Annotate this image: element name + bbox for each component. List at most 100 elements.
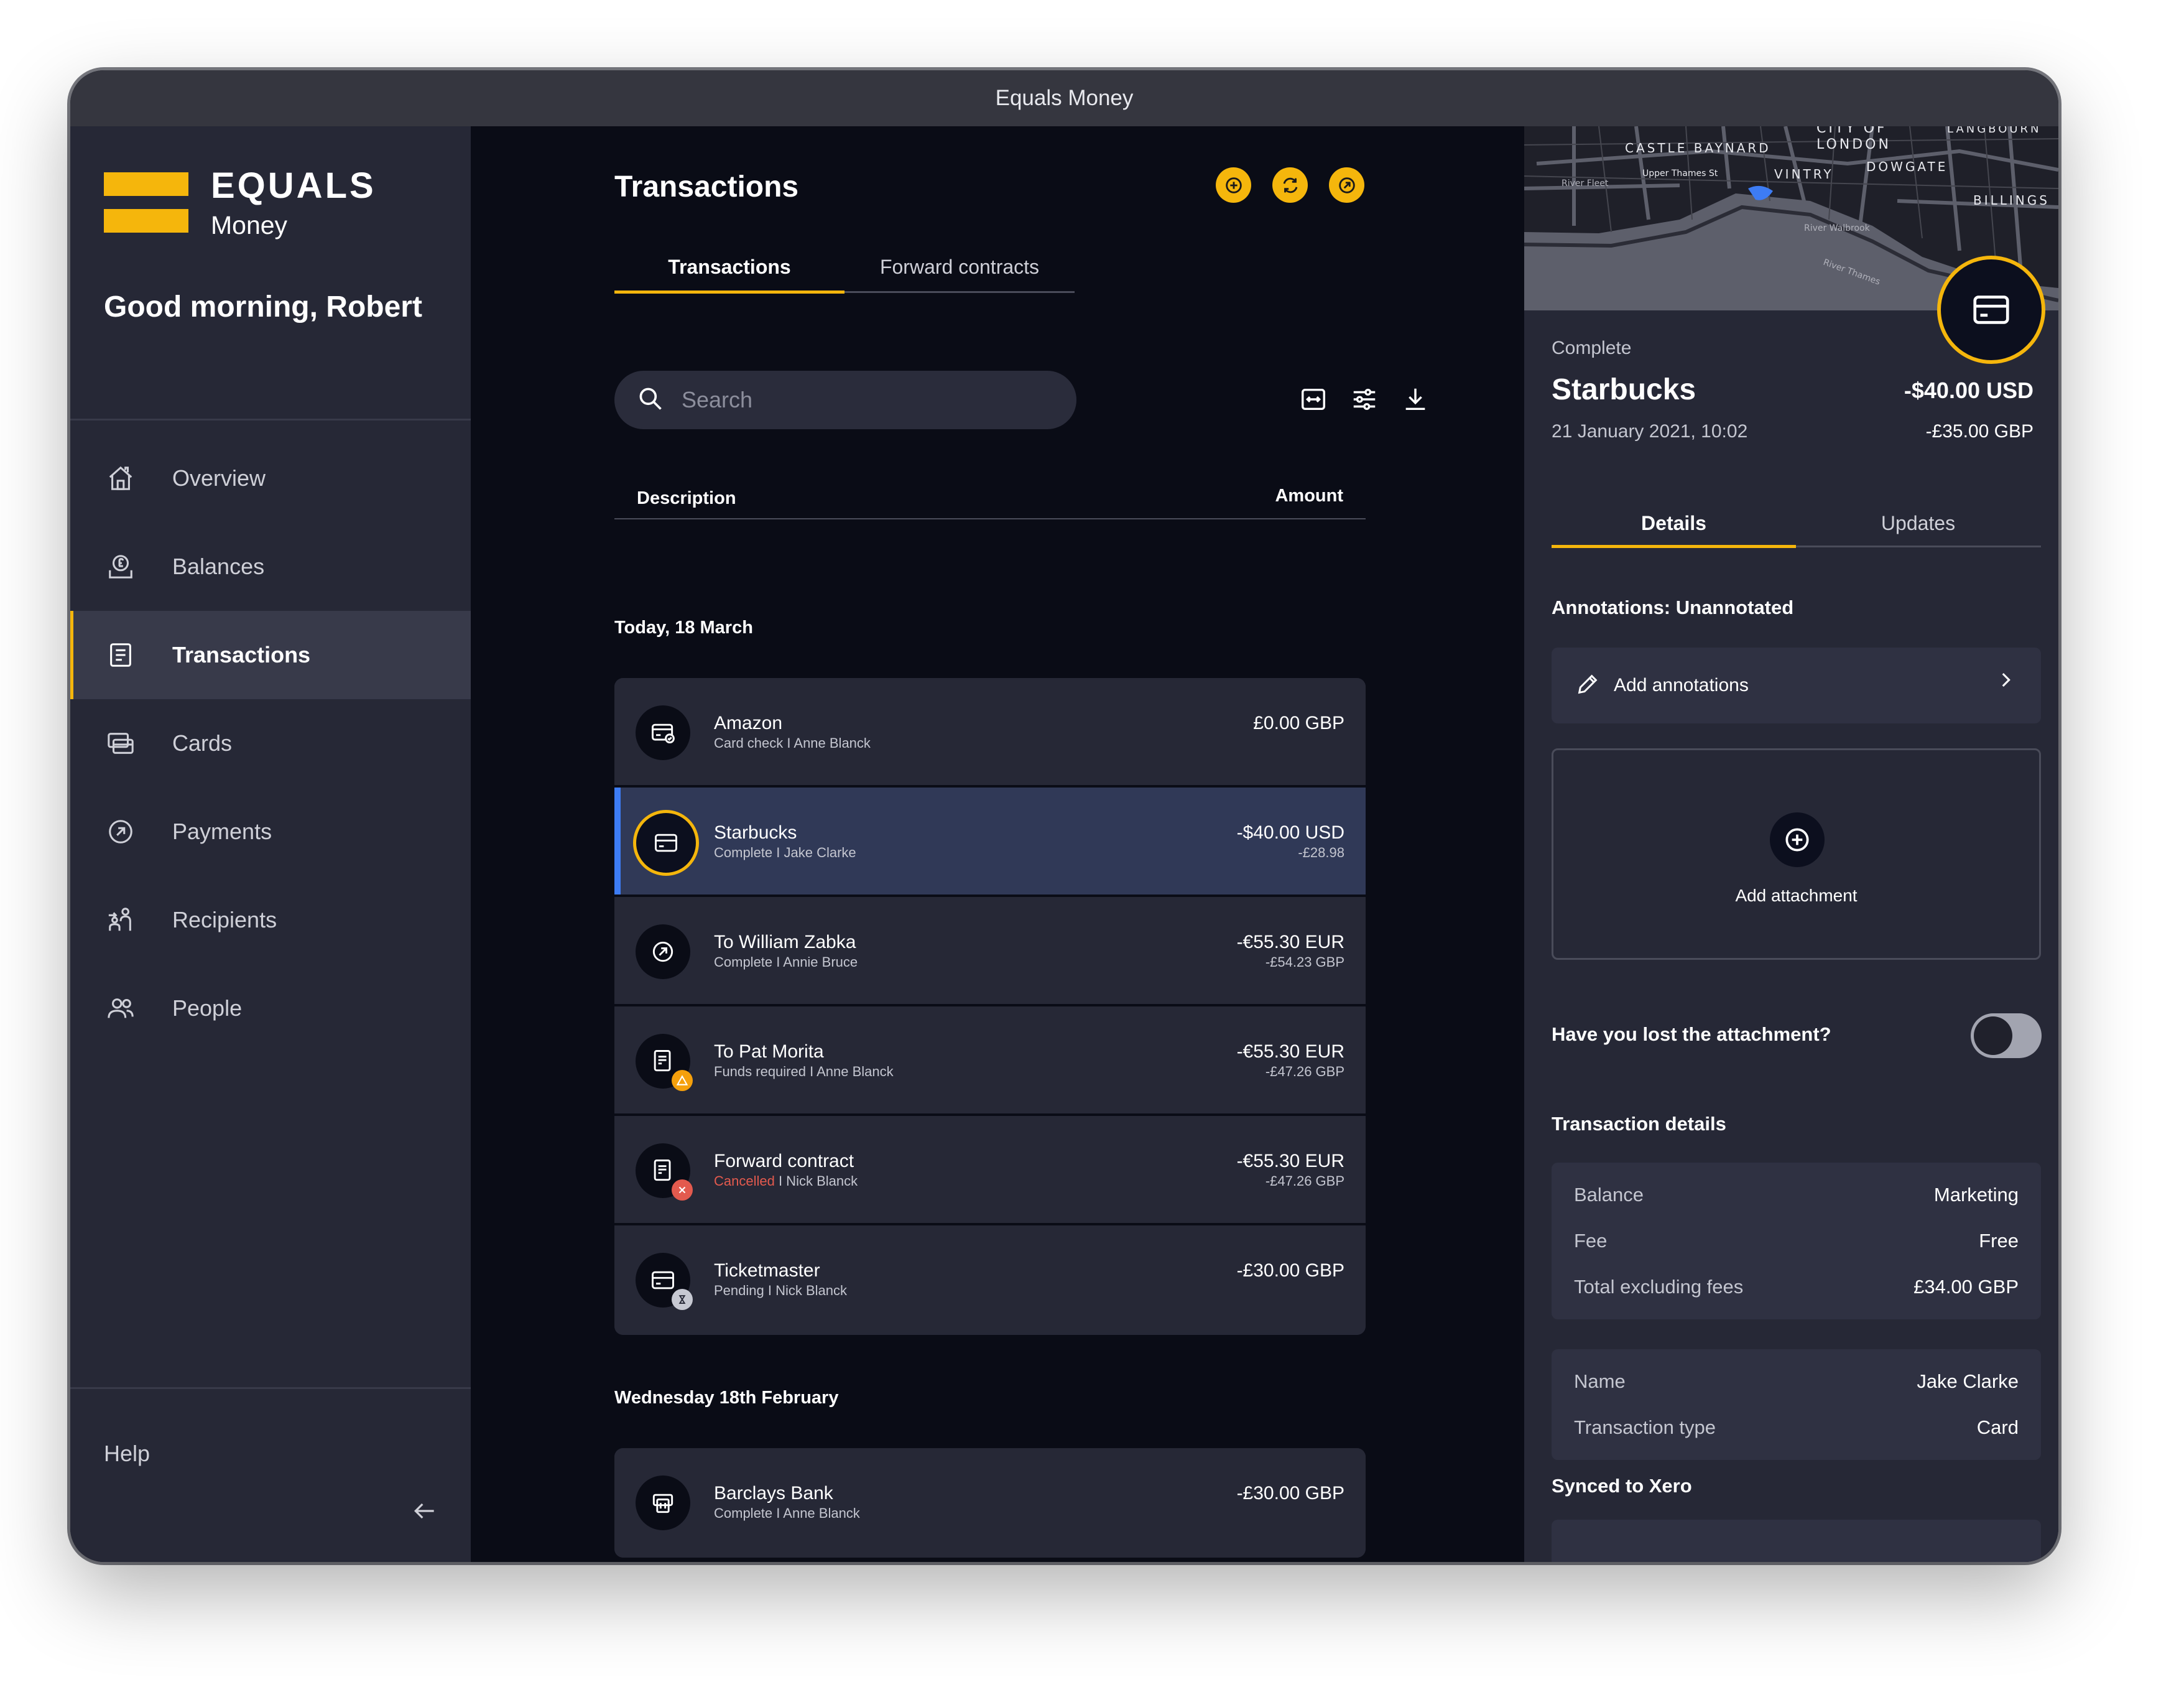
chevron-right-icon <box>1995 669 2016 697</box>
search-input[interactable] <box>682 387 1030 413</box>
row-name: Starbucks <box>714 822 797 843</box>
pending-hourglass-icon <box>672 1289 693 1310</box>
transaction-list: Amazon Card check I Anne Blanck £0.00 GB… <box>614 678 1366 1335</box>
help-link[interactable]: Help <box>104 1441 150 1467</box>
table-row[interactable]: Forward contract Cancelled I Nick Blanck… <box>614 1116 1366 1225</box>
table-row[interactable]: Barclays Bank Complete I Anne Blanck -£3… <box>614 1448 1366 1558</box>
row-sub: Cancelled I Nick Blanck <box>714 1173 858 1189</box>
map-label: VINTRY <box>1774 167 1834 182</box>
detail-row-balance: Balance Marketing <box>1552 1172 2041 1218</box>
row-amount: -$40.00 USD <box>1236 822 1344 843</box>
row-amount: -€55.30 EUR <box>1236 932 1344 952</box>
contract-icon <box>636 1143 693 1201</box>
table-row-selected[interactable]: Starbucks Complete I Jake Clarke -$40.00… <box>614 788 1366 897</box>
row-sub-user: I Nick Blanck <box>774 1173 858 1189</box>
lost-attachment-label: Have you lost the attachment? <box>1552 1023 1831 1045</box>
row-sub: Complete I Anne Blanck <box>714 1505 860 1521</box>
sidebar-item-payments[interactable]: Payments <box>70 788 471 876</box>
row-amount-secondary: -£47.26 GBP <box>1265 1064 1344 1079</box>
payee-details-card: Name Jake Clarke Transaction type Card <box>1552 1349 2041 1460</box>
toggle-knob <box>1974 1016 2012 1055</box>
transaction-amount-converted: -£35.00 GBP <box>1925 421 2034 442</box>
transaction-list: Barclays Bank Complete I Anne Blanck -£3… <box>614 1448 1366 1558</box>
search-bar <box>614 371 1076 429</box>
map-label: River Fleet <box>1562 179 1609 188</box>
table-row[interactable]: To Pat Morita Funds required I Anne Blan… <box>614 1006 1366 1116</box>
tab-updates[interactable]: Updates <box>1796 512 2040 546</box>
sidebar-item-recipients[interactable]: Recipients <box>70 876 471 964</box>
tab-transactions[interactable]: Transactions <box>614 257 844 294</box>
send-payment-button[interactable] <box>1329 167 1364 203</box>
expand-columns-icon[interactable] <box>1297 383 1330 416</box>
detail-value: Jake Clarke <box>1917 1370 2019 1392</box>
transaction-details-card: Balance Marketing Fee Free Total excluding… <box>1552 1163 2041 1319</box>
row-sub: Complete I Annie Bruce <box>714 954 858 970</box>
sidebar-item-label: Cards <box>172 730 233 756</box>
sidebar-item-balances[interactable]: Balances <box>70 523 471 611</box>
add-button[interactable] <box>1216 167 1251 203</box>
cancelled-badge-icon <box>672 1179 693 1201</box>
detail-row-type: Transaction type Card <box>1552 1405 2041 1451</box>
row-amount: -£30.00 GBP <box>1236 1483 1344 1503</box>
transactions-icon <box>104 638 137 672</box>
collapse-sidebar-icon[interactable] <box>411 1497 438 1531</box>
table-header: Description Amount <box>614 486 1366 519</box>
page-title: Transactions <box>614 170 799 203</box>
row-amount-secondary: -£28.98 <box>1298 845 1344 860</box>
add-attachment-dropzone[interactable]: Add attachment <box>1552 748 2041 960</box>
table-row[interactable]: Amazon Card check I Anne Blanck £0.00 GB… <box>614 678 1366 788</box>
brand-name: EQUALS <box>211 165 376 206</box>
merchant-name: Starbucks <box>1552 373 1696 406</box>
table-row[interactable]: To William Zabka Complete I Annie Bruce … <box>614 897 1366 1006</box>
window-title: Equals Money <box>70 70 2058 126</box>
tab-forward-contracts[interactable]: Forward contracts <box>844 257 1075 291</box>
map-label: CITY OF <box>1816 126 1887 136</box>
brand-sub: Money <box>211 211 288 239</box>
sidebar-item-cards[interactable]: Cards <box>70 699 471 788</box>
date-group-label: Wednesday 18th February <box>614 1388 839 1408</box>
xero-card <box>1552 1520 2041 1562</box>
sidebar-item-people[interactable]: People <box>70 964 471 1053</box>
lost-attachment-toggle[interactable] <box>1971 1013 2042 1058</box>
add-annotations-button[interactable]: Add annotations <box>1552 648 2041 723</box>
detail-value: Card <box>1976 1416 2019 1438</box>
row-amount: -£30.00 GBP <box>1236 1260 1344 1281</box>
divider <box>70 1387 471 1389</box>
annotations-title: Annotations: Unannotated <box>1552 597 1794 618</box>
filter-sliders-icon[interactable] <box>1348 383 1381 416</box>
row-name: Amazon <box>714 713 783 733</box>
column-amount: Amount <box>1275 486 1343 506</box>
people-icon <box>104 992 137 1025</box>
card-check-icon <box>636 705 690 760</box>
detail-row-fee: Fee Free <box>1552 1218 2041 1264</box>
date-group-label: Today, 18 March <box>614 618 753 638</box>
exchange-button[interactable] <box>1272 167 1308 203</box>
greeting: Good morning, Robert <box>104 290 422 323</box>
detail-row-total: Total excluding fees £34.00 GBP <box>1552 1264 2041 1310</box>
list-tools <box>1297 383 1450 416</box>
map-label: CASTLE BAYNARD <box>1625 141 1771 156</box>
transaction-status: Complete <box>1552 338 1632 358</box>
plus-circle-icon <box>1770 812 1825 867</box>
warning-badge-icon <box>672 1070 693 1091</box>
map-label: LANGBOURN <box>1947 126 2042 136</box>
row-sub: Pending I Nick Blanck <box>714 1283 847 1298</box>
sidebar-item-overview[interactable]: Overview <box>70 434 471 523</box>
synced-xero-title: Synced to Xero <box>1552 1475 1692 1497</box>
sidebar-item-transactions[interactable]: Transactions <box>70 611 471 699</box>
sidebar-nav: Overview Balances Transactions Cards Pay… <box>70 434 471 1053</box>
detail-key: Fee <box>1574 1230 1608 1252</box>
sidebar-item-label: Recipients <box>172 907 277 932</box>
transactions-tabs: Transactions Forward contracts <box>614 257 1075 294</box>
map-label: River Walbrook <box>1804 223 1871 233</box>
download-icon[interactable] <box>1399 383 1432 416</box>
map-card-pin-icon <box>1937 256 2045 364</box>
detail-value: £34.00 GBP <box>1913 1276 2019 1298</box>
recipients-icon <box>104 903 137 937</box>
divider <box>70 419 471 421</box>
table-row[interactable]: Ticketmaster Pending I Nick Blanck -£30.… <box>614 1225 1366 1335</box>
sidebar: EQUALS Money Good morning, Robert Overvi… <box>70 126 471 1562</box>
row-name: Forward contract <box>714 1151 854 1171</box>
tab-details[interactable]: Details <box>1552 512 1796 548</box>
header-actions <box>1216 167 1386 203</box>
